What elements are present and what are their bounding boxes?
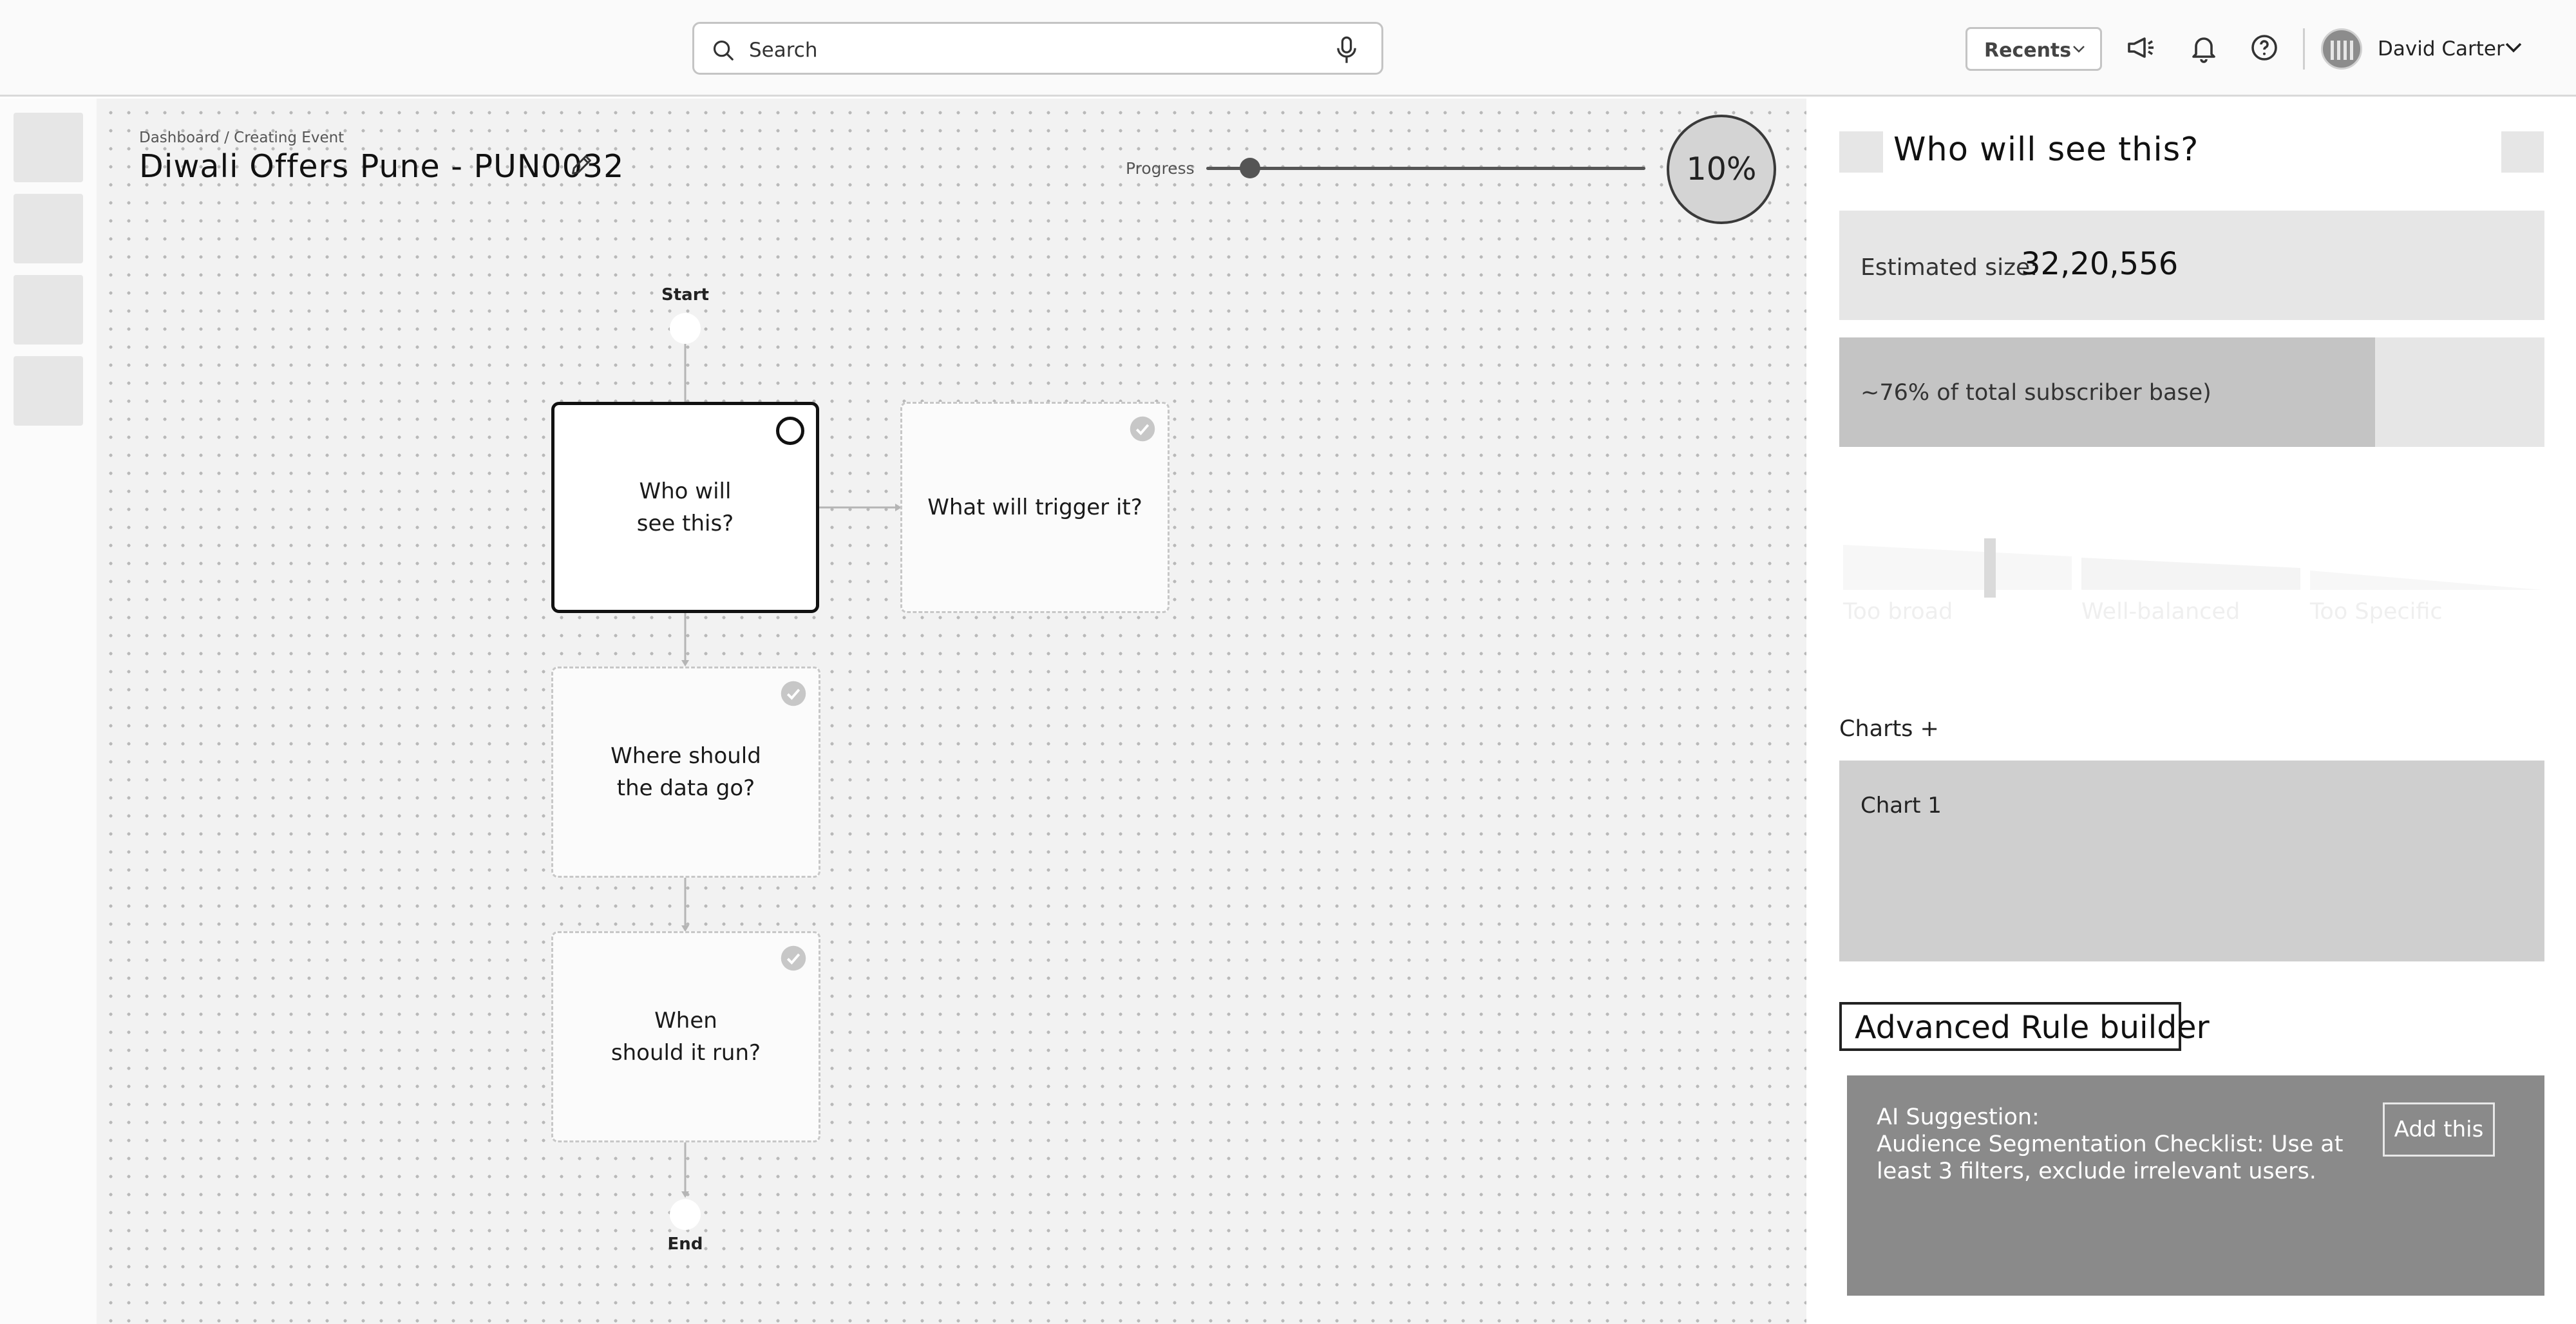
ai-suggestion-title: AI Suggestion: xyxy=(1877,1104,2040,1130)
ai-suggestion-card: AI Suggestion: Audience Segmentation Che… xyxy=(1847,1075,2544,1296)
progress-label: Progress xyxy=(1126,159,1195,178)
flow-node-schedule[interactable]: When should it run? xyxy=(551,931,820,1142)
ai-suggestion-text: Audience Segmentation Checklist: Use at … xyxy=(1877,1131,2344,1184)
flow-node-trigger[interactable]: What will trigger it? xyxy=(900,402,1170,613)
breadcrumb: Dashboard / Creating Event xyxy=(139,129,345,146)
recents-dropdown[interactable]: Recents xyxy=(1965,27,2102,71)
page-title: Diwali Offers Pune - PUN0032 xyxy=(139,148,625,185)
search-bar[interactable]: Search xyxy=(692,22,1383,75)
left-rail xyxy=(0,99,97,1324)
rail-button-1[interactable] xyxy=(14,113,83,182)
estimated-size-value: 32,20,556 xyxy=(2021,246,2179,282)
top-bar: Search Recents David Carter xyxy=(0,0,2576,97)
estimated-size-card: Estimated size: 32,20,556 xyxy=(1839,211,2544,320)
start-label: Start xyxy=(661,285,709,305)
end-label: End xyxy=(667,1234,703,1254)
progress-percent: 10% xyxy=(1686,151,1757,187)
pencil-icon[interactable] xyxy=(569,152,594,178)
flow-node-label: Where should the data go? xyxy=(611,743,761,801)
progress-ring: 10% xyxy=(1667,115,1776,224)
add-this-label: Add this xyxy=(2394,1117,2484,1142)
progress-slider-thumb[interactable] xyxy=(1240,158,1261,178)
flow-node-destination[interactable]: Where should the data go? xyxy=(551,667,820,878)
microphone-icon[interactable] xyxy=(1334,35,1359,65)
subscriber-share-bar: ~76% of total subscriber base) xyxy=(1839,337,2544,447)
charts-add-button[interactable]: Charts + xyxy=(1839,716,1939,742)
panel-title: Who will see this? xyxy=(1893,131,2199,169)
advanced-rule-builder-label: Advanced Rule builder xyxy=(1855,1009,2210,1046)
panel-icon-placeholder xyxy=(1839,131,1883,173)
rail-button-4[interactable] xyxy=(14,356,83,426)
flow-canvas[interactable] xyxy=(97,99,1806,1324)
rail-button-2[interactable] xyxy=(14,194,83,263)
chart-1-card[interactable]: Chart 1 xyxy=(1839,761,2544,961)
chevron-down-icon xyxy=(2073,46,2085,53)
search-icon xyxy=(713,40,734,61)
rail-button-3[interactable] xyxy=(14,275,83,345)
help-icon[interactable] xyxy=(2249,32,2280,63)
avatar[interactable] xyxy=(2321,28,2362,70)
toolbar-divider xyxy=(2303,28,2305,70)
search-input[interactable]: Search xyxy=(749,38,818,62)
bell-icon[interactable] xyxy=(2188,32,2219,63)
flow-node-label: Who will see this? xyxy=(636,478,734,536)
flow-node-who[interactable]: Who will see this? xyxy=(551,402,819,613)
scale-label-balanced: Well-balanced xyxy=(2081,599,2240,625)
subscriber-share-text: ~76% of total subscriber base) xyxy=(1861,380,2211,406)
user-name[interactable]: David Carter xyxy=(2378,36,2505,62)
flow-node-label: When should it run? xyxy=(611,1008,761,1066)
estimated-size-label: Estimated size: xyxy=(1861,254,2038,281)
scale-label-broad: Too broad xyxy=(1843,599,1953,625)
audience-scale-marker xyxy=(1984,538,1996,598)
progress-slider[interactable] xyxy=(1206,158,1645,178)
audience-scale xyxy=(1843,538,2542,598)
add-this-button[interactable]: Add this xyxy=(2383,1102,2495,1157)
advanced-rule-builder-button[interactable]: Advanced Rule builder xyxy=(1839,1002,2210,1051)
scale-label-specific: Too Specific xyxy=(2310,599,2443,625)
chart-1-label: Chart 1 xyxy=(1861,793,1942,818)
recents-label: Recents xyxy=(1984,39,2072,62)
megaphone-icon[interactable] xyxy=(2125,32,2156,63)
chevron-down-icon[interactable] xyxy=(2504,41,2523,54)
panel-close-button[interactable] xyxy=(2501,131,2544,173)
flow-node-label: What will trigger it? xyxy=(927,495,1142,520)
